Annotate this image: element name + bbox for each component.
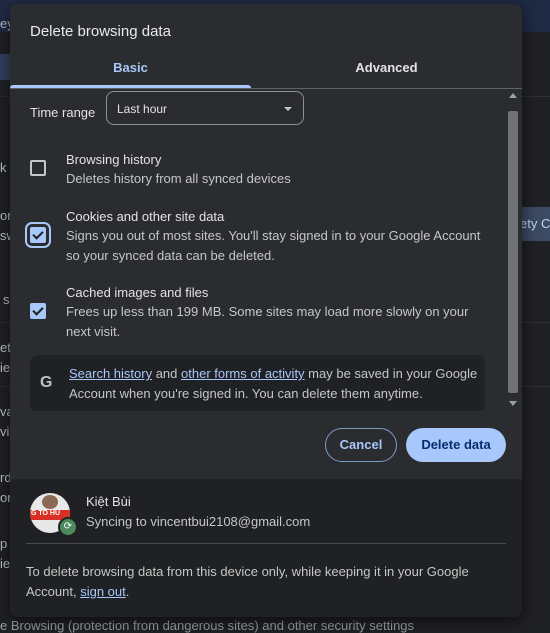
time-range-value: Last hour	[117, 102, 168, 116]
option-description: Signs you out of most sites. You'll stay…	[66, 228, 481, 263]
tab-basic[interactable]: Basic	[10, 52, 251, 88]
options-scrollbar[interactable]	[506, 89, 521, 411]
delete-data-button[interactable]: Delete data	[406, 428, 506, 462]
notice-connector: and	[152, 366, 182, 381]
background-fragment: k	[0, 160, 7, 175]
background-fragment: s	[3, 292, 10, 307]
browsing-history-checkbox[interactable]	[30, 160, 46, 176]
cancel-button[interactable]: Cancel	[325, 428, 397, 462]
account-name: Kiệt Bùi	[86, 494, 131, 509]
time-range-label: Time range	[30, 105, 96, 120]
background-fragment: ie	[0, 360, 11, 375]
background-fragment: vi	[0, 424, 10, 439]
option-description: Frees up less than 199 MB. Some sites ma…	[66, 304, 469, 339]
dropdown-arrow-icon	[284, 107, 292, 111]
scroll-up-arrow-icon[interactable]	[509, 93, 517, 98]
footer-divider	[26, 543, 506, 544]
time-range-select[interactable]: Last hour	[106, 91, 304, 125]
account-footer: G TO HU ⟳ Kiệt Bùi Syncing to vincentbui…	[10, 479, 522, 617]
sign-out-notice-end: .	[125, 584, 130, 599]
search-history-link[interactable]: Search history	[69, 366, 152, 381]
delete-browsing-data-dialog: Delete browsing data Basic Advanced Time…	[10, 4, 522, 617]
option-title: Browsing history	[66, 152, 162, 167]
tab-bar: Basic Advanced	[10, 52, 522, 88]
background-fragment: p	[0, 536, 8, 551]
option-title: Cached images and files	[66, 285, 209, 300]
dialog-title: Delete browsing data	[30, 23, 171, 40]
google-notice-text: Search history and other forms of activi…	[69, 364, 481, 404]
scroll-down-arrow-icon[interactable]	[509, 401, 517, 406]
tab-advanced[interactable]: Advanced	[266, 52, 507, 88]
options-scroll-area[interactable]: Time range Last hour Browsing history De…	[10, 89, 522, 411]
sync-status: Syncing to vincentbui2108@gmail.com	[86, 514, 311, 529]
google-activity-notice: G Search history and other forms of acti…	[30, 355, 485, 411]
other-activity-link[interactable]: other forms of activity	[181, 366, 305, 381]
cookies-checkbox[interactable]	[25, 222, 51, 248]
sync-icon: ⟳	[58, 517, 78, 537]
sign-out-link[interactable]: sign out	[80, 584, 126, 599]
sign-out-notice: To delete browsing data from this device…	[26, 562, 496, 602]
option-title: Cookies and other site data	[66, 209, 225, 224]
google-g-icon: G	[40, 374, 53, 391]
avatar-text: G TO HU	[31, 510, 61, 517]
scrollbar-thumb[interactable]	[508, 111, 518, 393]
background-bottom-text: e Browsing (protection from dangerous si…	[0, 618, 415, 633]
option-description: Deletes history from all synced devices	[66, 171, 291, 186]
cached-images-checkbox[interactable]	[30, 303, 46, 319]
avatar-face	[42, 495, 58, 509]
background-fragment: ie	[0, 556, 11, 571]
